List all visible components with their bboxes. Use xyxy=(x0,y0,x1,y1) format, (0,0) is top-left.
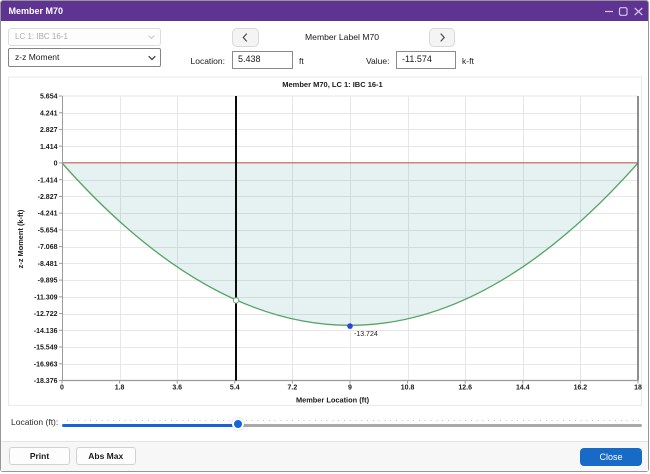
svg-text:-5.654: -5.654 xyxy=(38,227,58,234)
svg-text:9: 9 xyxy=(348,385,352,392)
svg-text:18: 18 xyxy=(634,385,642,392)
svg-text:-9.895: -9.895 xyxy=(38,278,58,285)
svg-text:14.4: 14.4 xyxy=(516,385,530,392)
svg-text:-8.481: -8.481 xyxy=(38,261,58,268)
svg-text:7.2: 7.2 xyxy=(288,385,298,392)
svg-text:-11.309: -11.309 xyxy=(34,294,57,301)
svg-text:z-z Moment (k-ft): z-z Moment (k-ft) xyxy=(16,209,25,268)
svg-text:-12.722: -12.722 xyxy=(34,311,58,318)
svg-text:12.6: 12.6 xyxy=(458,385,472,392)
svg-text:1.414: 1.414 xyxy=(40,144,58,151)
svg-text:0: 0 xyxy=(54,161,58,168)
svg-text:2.827: 2.827 xyxy=(40,127,58,134)
svg-text:-13.724: -13.724 xyxy=(354,331,378,338)
svg-text:-16.963: -16.963 xyxy=(34,361,58,368)
svg-text:Member M70, LC 1: IBC 16-1: Member M70, LC 1: IBC 16-1 xyxy=(282,80,382,89)
svg-text:5.4: 5.4 xyxy=(230,385,240,392)
svg-text:-18.376: -18.376 xyxy=(34,378,58,385)
svg-text:16.2: 16.2 xyxy=(574,385,588,392)
svg-text:4.241: 4.241 xyxy=(40,110,58,117)
svg-text:Member Location (ft): Member Location (ft) xyxy=(296,396,370,405)
svg-text:10.8: 10.8 xyxy=(401,385,415,392)
svg-text:-2.827: -2.827 xyxy=(38,194,58,201)
svg-text:5.654: 5.654 xyxy=(40,94,58,101)
svg-text:-14.136: -14.136 xyxy=(34,328,58,335)
svg-text:-15.549: -15.549 xyxy=(34,345,58,352)
svg-text:1.8: 1.8 xyxy=(115,385,125,392)
svg-text:3.6: 3.6 xyxy=(172,385,182,392)
svg-text:-1.414: -1.414 xyxy=(38,177,58,184)
svg-text:0: 0 xyxy=(60,385,64,392)
svg-text:-7.068: -7.068 xyxy=(38,244,58,251)
svg-text:-4.241: -4.241 xyxy=(38,211,58,218)
